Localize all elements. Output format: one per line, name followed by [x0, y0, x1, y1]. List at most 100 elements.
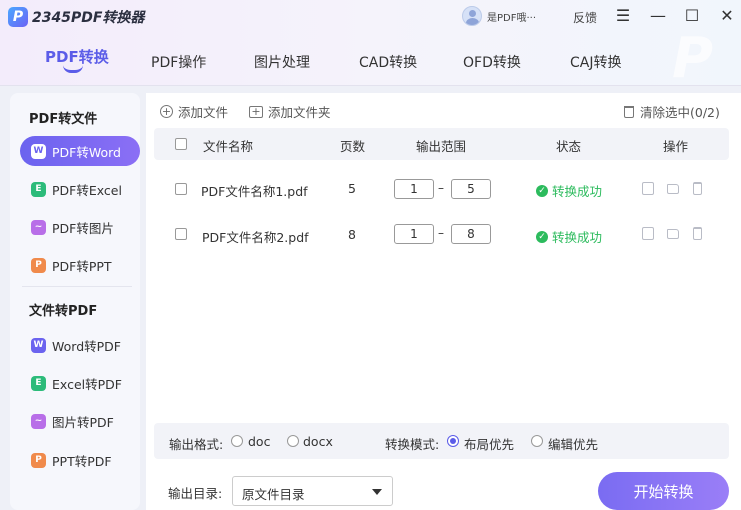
column-header-action: 操作 — [663, 139, 689, 154]
range-separator: – — [438, 226, 444, 240]
sidebar-item-label: PDF转图片 — [52, 220, 114, 236]
maximize-icon[interactable]: ☐ — [682, 5, 702, 25]
tab-image-process[interactable]: 图片处理 — [254, 52, 310, 72]
sidebar-item-pdf-to-image[interactable]: ~ PDF转图片 — [20, 212, 140, 242]
tab-cad-convert[interactable]: CAD转换 — [359, 52, 417, 72]
row-checkbox[interactable] — [175, 228, 187, 240]
clear-selected-button[interactable]: 清除选中(0/2) — [624, 102, 720, 121]
main-nav: PDF转换 PDF操作 图片处理 CAD转换 OFD转换 CAJ转换 — [0, 44, 741, 78]
select-all-checkbox[interactable] — [175, 138, 187, 150]
add-folder-label: 添加文件夹 — [268, 105, 331, 120]
chevron-down-icon — [372, 489, 382, 495]
table-row: PDF文件名称2.pdf 8 1 – 8 ✓ 转换成功 — [154, 214, 729, 254]
range-from-input[interactable]: 1 — [394, 179, 434, 199]
open-file-icon[interactable] — [642, 182, 654, 195]
mode-layout-radio[interactable] — [447, 435, 459, 447]
title-bar: P 2345PDF转换器 是PDF哦··· 反馈 ☰ — ☐ ✕ P PDF转换… — [0, 0, 741, 87]
output-dir-label: 输出目录: — [168, 486, 223, 501]
status-text: 转换成功 — [552, 230, 603, 245]
mode-edit-label[interactable]: 编辑优先 — [548, 434, 598, 453]
tab-ofd-convert[interactable]: OFD转换 — [463, 52, 521, 72]
add-file-button[interactable]: + 添加文件 — [160, 102, 228, 121]
open-file-icon[interactable] — [642, 227, 654, 240]
image-icon: ~ — [31, 219, 46, 235]
clear-selected-label: 清除选中(0/2) — [640, 105, 720, 120]
sidebar-item-pdf-to-excel[interactable]: E PDF转Excel — [20, 174, 140, 204]
success-check-icon: ✓ — [536, 230, 548, 243]
table-header: 文件名称 页数 输出范围 状态 操作 — [154, 128, 729, 160]
file-name: PDF文件名称2.pdf — [202, 230, 309, 245]
add-folder-icon: + — [249, 105, 263, 118]
folder-icon[interactable] — [667, 184, 679, 194]
sidebar-group-title: PDF转文件 — [29, 112, 98, 127]
sidebar-item-label: PDF转PPT — [52, 258, 112, 274]
conversion-settings: 输出格式: doc docx 转换模式: 布局优先 编辑优先 — [154, 423, 729, 459]
logo-icon: P — [8, 7, 28, 27]
sidebar-item-word-to-pdf[interactable]: W Word转PDF — [20, 330, 140, 360]
row-checkbox[interactable] — [175, 183, 187, 195]
word-icon: W — [31, 143, 46, 159]
ppt-icon: P — [31, 257, 46, 273]
format-label: 输出格式: — [169, 437, 224, 452]
add-folder-button[interactable]: + 添加文件夹 — [249, 102, 331, 121]
word-icon: W — [31, 337, 46, 353]
trash-icon — [624, 105, 634, 118]
feedback-link[interactable]: 反馈 — [573, 9, 597, 26]
column-header-name: 文件名称 — [203, 139, 254, 154]
sidebar-item-label: 图片转PDF — [52, 414, 114, 430]
app-logo: P 2345PDF转换器 — [8, 7, 144, 27]
add-file-label: 添加文件 — [178, 105, 229, 120]
format-docx-label[interactable]: docx — [303, 434, 333, 449]
sidebar-item-ppt-to-pdf[interactable]: P PPT转PDF — [20, 445, 140, 475]
main-panel: + 添加文件 + 添加文件夹 清除选中(0/2) 文件名称 页数 输出范围 状态… — [146, 93, 741, 510]
output-dir-value: 原文件目录 — [242, 487, 305, 502]
column-header-pages: 页数 — [340, 139, 366, 154]
page-count: 5 — [348, 181, 356, 196]
start-convert-button[interactable]: 开始转换 — [598, 472, 729, 510]
range-separator: – — [438, 181, 444, 195]
table-row: PDF文件名称1.pdf 5 1 – 5 ✓ 转换成功 — [154, 169, 729, 209]
sidebar-group-title: 文件转PDF — [29, 304, 98, 319]
column-header-status: 状态 — [556, 139, 582, 154]
sidebar: PDF转文件 W PDF转Word E PDF转Excel ~ PDF转图片 P… — [10, 93, 140, 510]
menu-icon[interactable]: ☰ — [613, 5, 633, 25]
delete-icon[interactable] — [693, 182, 702, 195]
image-icon: ~ — [31, 413, 46, 429]
sidebar-divider — [22, 286, 132, 287]
format-docx-radio[interactable] — [287, 435, 299, 447]
mode-layout-label[interactable]: 布局优先 — [464, 434, 514, 453]
file-name: PDF文件名称1.pdf — [201, 184, 308, 199]
add-circle-icon: + — [160, 105, 173, 118]
range-to-input[interactable]: 8 — [451, 224, 491, 244]
sidebar-item-excel-to-pdf[interactable]: E Excel转PDF — [20, 368, 140, 398]
tab-pdf-ops[interactable]: PDF操作 — [151, 52, 206, 72]
sidebar-item-pdf-to-word[interactable]: W PDF转Word — [20, 136, 140, 166]
sidebar-item-label: PDF转Excel — [52, 182, 122, 198]
mode-edit-radio[interactable] — [531, 435, 543, 447]
sidebar-item-pdf-to-ppt[interactable]: P PDF转PPT — [20, 250, 140, 280]
user-account[interactable]: 是PDF哦··· — [462, 6, 536, 26]
tab-caj-convert[interactable]: CAJ转换 — [570, 52, 621, 72]
format-doc-label[interactable]: doc — [248, 434, 270, 449]
range-to-input[interactable]: 5 — [451, 179, 491, 199]
tab-pdf-convert[interactable]: PDF转换 — [45, 46, 109, 67]
close-icon[interactable]: ✕ — [717, 5, 737, 25]
sidebar-item-label: Word转PDF — [52, 338, 121, 354]
user-name: 是PDF哦··· — [487, 12, 537, 24]
excel-icon: E — [31, 375, 46, 391]
status-badge: ✓ 转换成功 — [536, 181, 602, 200]
app-title: 2345PDF转换器 — [32, 10, 145, 26]
status-badge: ✓ 转换成功 — [536, 227, 602, 246]
format-doc-radio[interactable] — [231, 435, 243, 447]
output-dir-select[interactable]: 原文件目录 — [232, 476, 393, 506]
sidebar-item-image-to-pdf[interactable]: ~ 图片转PDF — [20, 406, 140, 436]
range-from-input[interactable]: 1 — [394, 224, 434, 244]
delete-icon[interactable] — [693, 227, 702, 240]
folder-icon[interactable] — [667, 229, 679, 239]
avatar-icon — [462, 6, 482, 26]
sidebar-item-label: PPT转PDF — [52, 453, 112, 469]
sidebar-item-label: PDF转Word — [52, 144, 121, 160]
minimize-icon[interactable]: — — [648, 5, 668, 25]
ppt-icon: P — [31, 452, 46, 468]
sidebar-item-label: Excel转PDF — [52, 376, 122, 392]
